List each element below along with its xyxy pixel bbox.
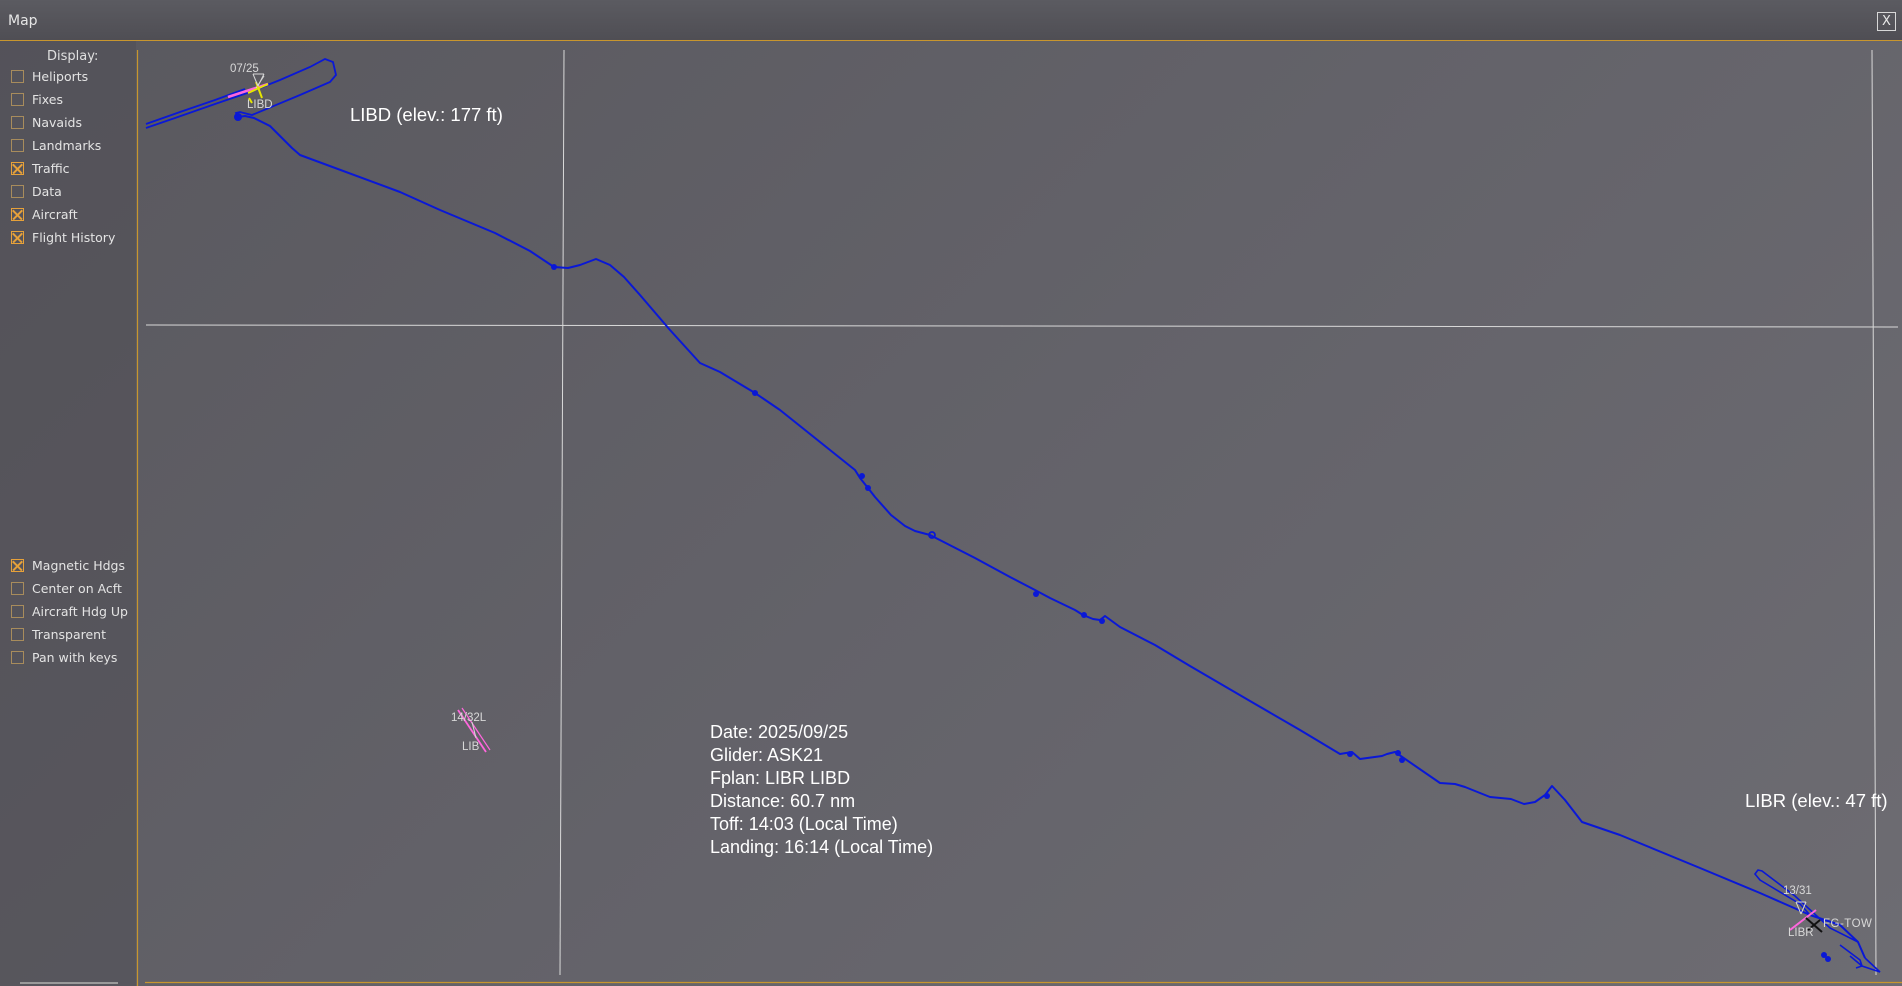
- flight-track: [237, 115, 1866, 959]
- traffic-callsign-label[interactable]: FG-TOW: [1823, 918, 1872, 930]
- flight-takeoff-time: Toff: 14:03 (Local Time): [710, 814, 898, 834]
- flight-landing-time: Landing: 16:14 (Local Time): [710, 837, 934, 857]
- flight-plan: Fplan: LIBR LIBD: [710, 768, 851, 788]
- flight-distance: Distance: 60.7 nm: [710, 791, 856, 811]
- libg-runway-label: 14/32L: [451, 712, 487, 724]
- libr-code-label: LIBR: [1788, 927, 1814, 939]
- grid-lines: [145, 49, 1899, 976]
- libd-code-label: LIBD: [247, 99, 273, 111]
- flight-date: Date: 2025/09/25: [710, 722, 849, 742]
- track-markers: [234, 113, 1831, 962]
- flight-glider: Glider: ASK21: [710, 745, 824, 765]
- libd-runway-label: 07/25: [230, 63, 259, 75]
- libr-airport-label: LIBR (elev.: 47 ft): [1745, 790, 1888, 811]
- libg-code-label: LIB: [462, 741, 480, 753]
- libr-runway-label: 13/31: [1783, 885, 1812, 897]
- map-window: Map X Display: Heliports Fixes Navaids L…: [0, 0, 1902, 986]
- libd-runway-marker: [252, 73, 265, 87]
- map-canvas[interactable]: [0, 0, 1902, 986]
- libd-airport-label: LIBD (elev.: 177 ft): [350, 104, 503, 125]
- flight-info-box: Date: 2025/09/25 Glider: ASK21 Fplan: LI…: [710, 721, 933, 859]
